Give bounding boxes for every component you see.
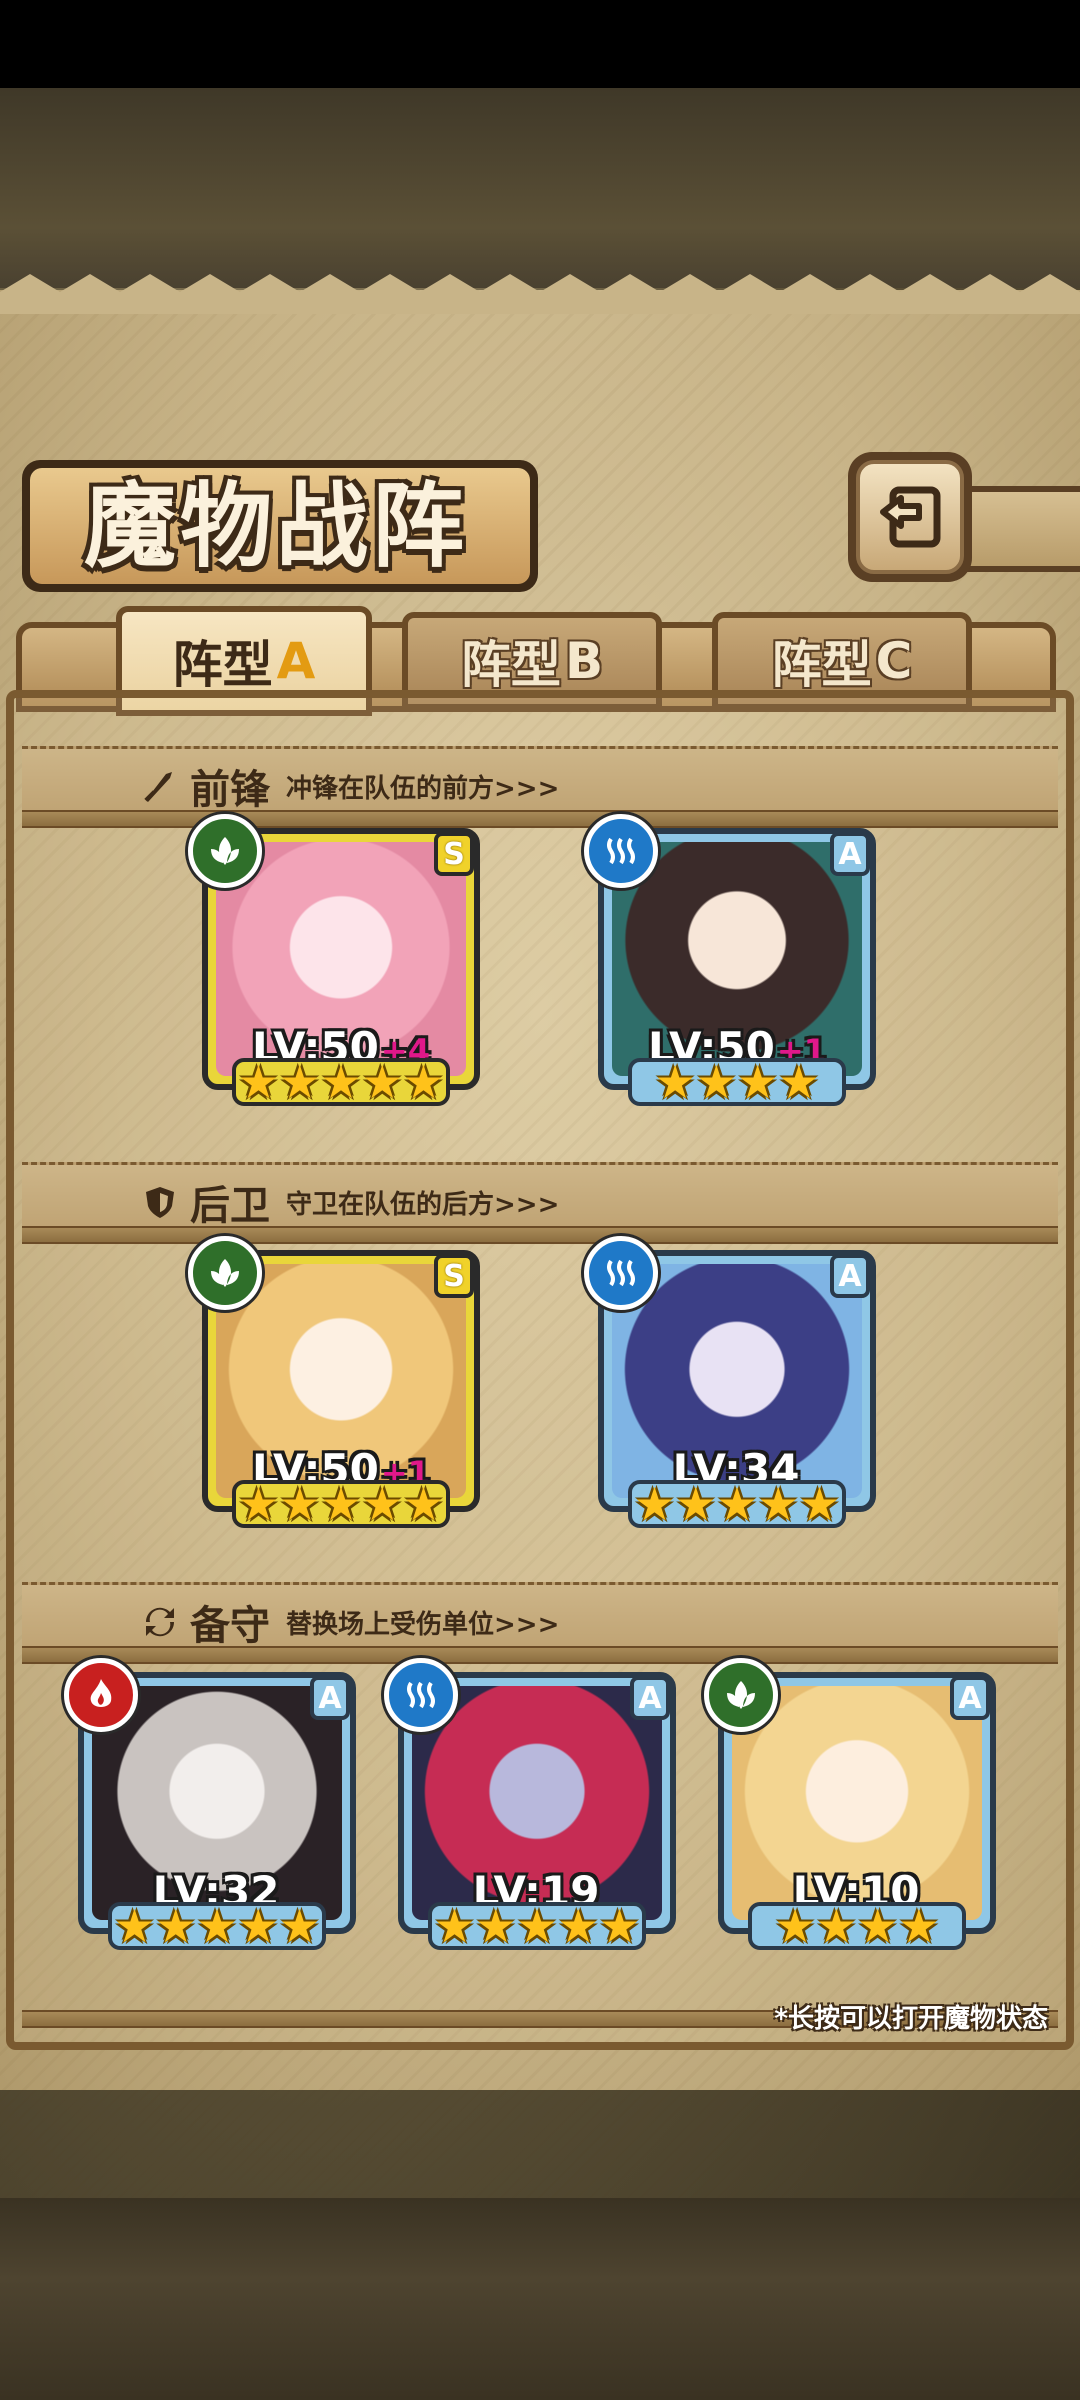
rank-badge: S xyxy=(434,832,474,876)
star-rating: ★ ★ ★ ★ ★ xyxy=(232,1480,450,1528)
star-icon: ★ xyxy=(320,1055,362,1109)
section-desc: 守卫在队伍的后方>>> xyxy=(286,1189,560,1220)
tab-letter: A xyxy=(276,632,316,690)
star-icon: ★ xyxy=(798,1477,841,1531)
star-icon: ★ xyxy=(237,1899,279,1953)
water-icon xyxy=(584,1236,658,1310)
star-icon: ★ xyxy=(196,1899,238,1953)
star-icon: ★ xyxy=(675,1477,717,1531)
star-icon: ★ xyxy=(633,1477,676,1531)
star-icon: ★ xyxy=(654,1055,696,1109)
rank-badge: A xyxy=(630,1676,670,1720)
star-icon: ★ xyxy=(857,1899,899,1953)
tab-letter: B xyxy=(564,632,604,690)
map-bottom-strip xyxy=(0,2198,1080,2400)
nature-icon xyxy=(188,1236,262,1310)
back-button[interactable] xyxy=(848,452,972,582)
star-icon: ★ xyxy=(361,1055,403,1109)
rank-badge: S xyxy=(434,1254,474,1298)
monster-card-back-2[interactable]: A LV:34 ★ ★ ★ ★ ★ xyxy=(584,1236,876,1528)
star-rating: ★ ★ ★ ★ ★ xyxy=(108,1902,326,1950)
rail xyxy=(22,1646,1058,1664)
status-bar xyxy=(0,0,1080,88)
water-icon xyxy=(584,814,658,888)
tab-label: 阵型 xyxy=(771,636,872,694)
star-rating: ★ ★ ★ ★ ★ xyxy=(628,1480,846,1528)
rail xyxy=(22,1226,1058,1244)
monster-card-front-1[interactable]: S LV:50+4 ★ ★ ★ ★ ★ xyxy=(188,814,480,1106)
star-icon: ★ xyxy=(155,1899,197,1953)
star-icon: ★ xyxy=(778,1055,820,1109)
star-icon: ★ xyxy=(320,1477,362,1531)
star-icon: ★ xyxy=(402,1477,445,1531)
star-icon: ★ xyxy=(279,1477,321,1531)
star-icon: ★ xyxy=(402,1055,445,1109)
zigzag-edge xyxy=(0,274,1080,314)
rank-badge: A xyxy=(950,1676,990,1720)
return-arrow-icon xyxy=(880,486,941,548)
star-icon: ★ xyxy=(433,1899,476,1953)
star-icon: ★ xyxy=(361,1477,403,1531)
star-icon: ★ xyxy=(695,1055,737,1109)
star-rating: ★ ★ ★ ★ xyxy=(628,1058,846,1106)
tab-label: 阵型 xyxy=(172,636,273,694)
nature-icon xyxy=(188,814,262,888)
back-button-rail xyxy=(960,486,1080,572)
monster-card-front-2[interactable]: A LV:50+1 ★ ★ ★ ★ xyxy=(584,814,876,1106)
monster-card-reserve-3[interactable]: A LV:10 ★ ★ ★ ★ xyxy=(704,1658,996,1950)
fire-icon xyxy=(64,1658,138,1732)
section-name: 后卫 xyxy=(190,1182,270,1229)
monster-card-reserve-2[interactable]: A LV:19 ★ ★ ★ ★ ★ xyxy=(384,1658,676,1950)
tab-letter: C xyxy=(875,632,913,690)
reserve-section-label: 备守 替换场上受伤单位>>> xyxy=(140,1592,559,1652)
star-rating: ★ ★ ★ ★ xyxy=(748,1902,966,1950)
star-icon: ★ xyxy=(737,1055,779,1109)
section-desc: 冲锋在队伍的前方>>> xyxy=(286,773,560,804)
star-icon: ★ xyxy=(278,1899,321,1953)
section-name: 备守 xyxy=(190,1602,270,1649)
section-desc: 替换场上受伤单位>>> xyxy=(286,1609,560,1640)
section-name: 前锋 xyxy=(190,766,270,813)
rank-badge: A xyxy=(830,1254,870,1298)
star-icon: ★ xyxy=(237,1477,280,1531)
star-rating: ★ ★ ★ ★ ★ xyxy=(232,1058,450,1106)
star-icon: ★ xyxy=(557,1899,599,1953)
star-icon: ★ xyxy=(475,1899,517,1953)
page-title: 魔物战阵 xyxy=(83,472,468,580)
monster-card-back-1[interactable]: S LV:50+1 ★ ★ ★ ★ ★ xyxy=(188,1236,480,1528)
nature-icon xyxy=(704,1658,778,1732)
tab-label: 阵型 xyxy=(460,636,561,694)
monster-card-reserve-1[interactable]: A LV:32 ★ ★ ★ ★ ★ xyxy=(64,1658,356,1950)
rank-badge: A xyxy=(310,1676,350,1720)
star-icon: ★ xyxy=(516,1899,558,1953)
sword-icon xyxy=(140,766,180,806)
star-rating: ★ ★ ★ ★ ★ xyxy=(428,1902,646,1950)
rank-badge: A xyxy=(830,832,870,876)
swap-icon xyxy=(140,1602,180,1642)
star-icon: ★ xyxy=(898,1899,940,1953)
star-icon: ★ xyxy=(237,1055,280,1109)
shield-icon xyxy=(140,1182,180,1222)
rail xyxy=(22,810,1058,828)
map-top-strip xyxy=(0,88,1080,288)
long-press-hint: *长按可以打开魔物状态 xyxy=(774,2004,1048,2034)
star-icon: ★ xyxy=(279,1055,321,1109)
star-icon: ★ xyxy=(598,1899,641,1953)
star-icon: ★ xyxy=(757,1477,799,1531)
front-section-label: 前锋 冲锋在队伍的前方>>> xyxy=(140,756,559,816)
star-icon: ★ xyxy=(716,1477,758,1531)
back-section-label: 后卫 守卫在队伍的后方>>> xyxy=(140,1172,559,1232)
star-icon: ★ xyxy=(815,1899,857,1953)
star-icon: ★ xyxy=(113,1899,156,1953)
water-icon xyxy=(384,1658,458,1732)
star-icon: ★ xyxy=(774,1899,816,1953)
